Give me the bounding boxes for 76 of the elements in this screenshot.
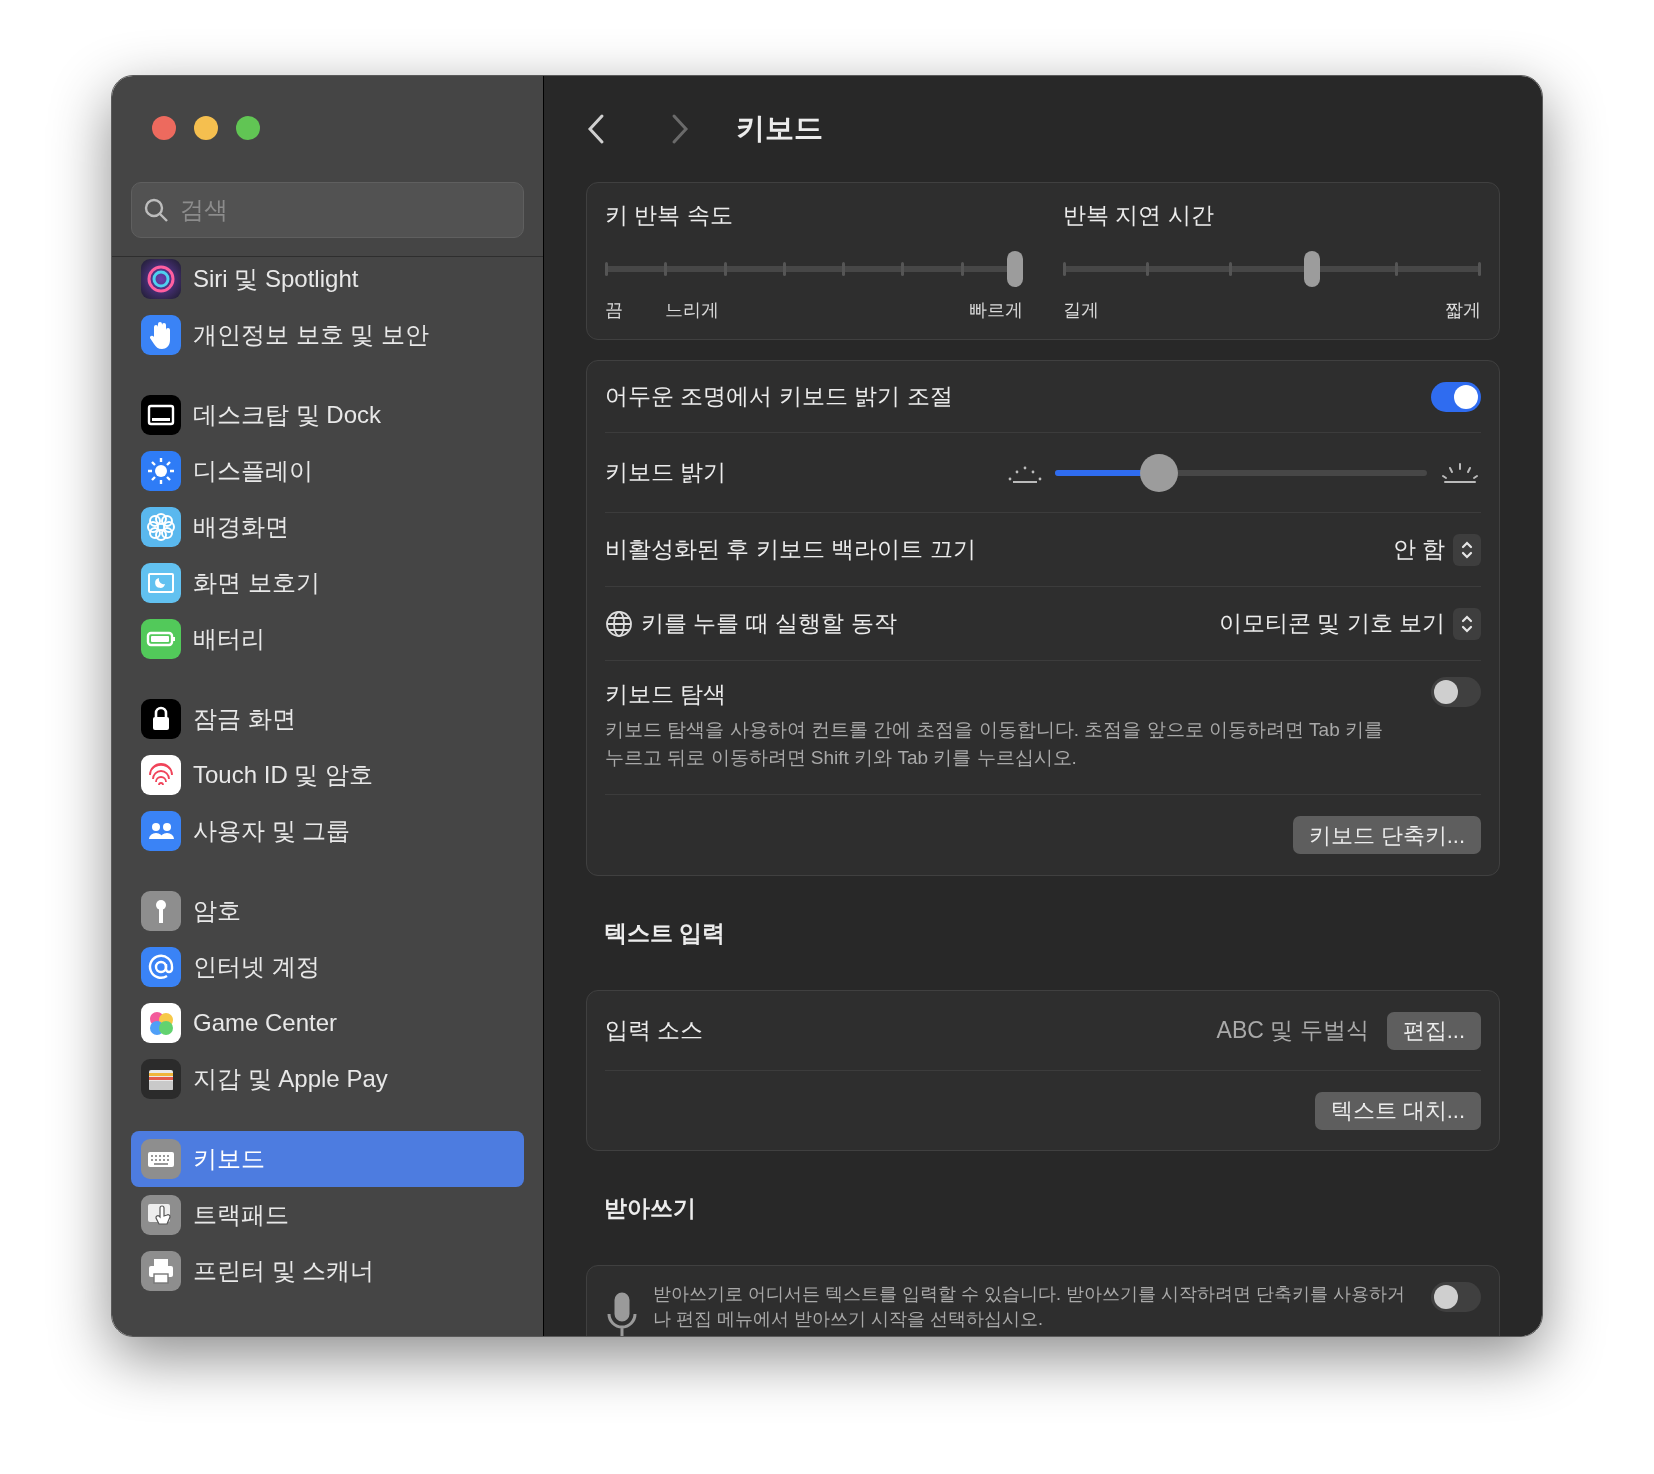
sidebar-item[interactable]: 인터넷 계정 [131, 939, 524, 995]
lock-icon [141, 699, 181, 739]
sun-icon [141, 451, 181, 491]
bright-light-icon [1439, 461, 1481, 484]
toggle-switch[interactable] [1431, 677, 1481, 707]
slider-label: 길게 [1063, 299, 1099, 322]
key-icon [141, 891, 181, 931]
at-sign-icon [141, 947, 181, 987]
setting-label: 비활성화된 후 키보드 백라이트 끄기 [605, 535, 977, 565]
section-heading: 받아쓰기 [604, 1193, 696, 1223]
stepper-icon[interactable] [1453, 533, 1481, 566]
push-button[interactable]: 텍스트 대치... [1314, 1091, 1481, 1130]
tick-slider[interactable] [1063, 249, 1481, 289]
fingerprint-icon [141, 755, 181, 795]
popup-menu[interactable]: 안 함 [1392, 532, 1481, 567]
stepper-icon[interactable] [1453, 607, 1481, 640]
window-title: 키보드 [736, 111, 823, 147]
microphone-icon [605, 1292, 639, 1336]
sidebar-item[interactable]: 배터리 [131, 611, 524, 667]
setting-label: 어두운 조명에서 키보드 밝기 조절 [605, 382, 954, 412]
sidebar-item[interactable]: 디스플레이 [131, 443, 524, 499]
moon-screen-icon [141, 563, 181, 603]
setting-label: 키보드 탐색 [605, 680, 728, 709]
setting-label: 입력 소스 [605, 1016, 705, 1046]
users-icon [141, 811, 181, 851]
battery-icon [141, 619, 181, 659]
sidebar-item[interactable]: 잠금 화면 [131, 691, 524, 747]
pointing-hand-icon [141, 1195, 181, 1235]
brightness-slider[interactable] [1055, 452, 1427, 493]
minimize-button[interactable] [194, 116, 218, 140]
siri-icon [141, 259, 181, 299]
sidebar-item[interactable]: 사용자 및 그룹 [131, 803, 524, 859]
keyboard-icon [141, 1139, 181, 1179]
back-chevron-icon[interactable] [586, 113, 606, 145]
globe-icon [605, 609, 633, 638]
setting-label: 키보드 밝기 [605, 458, 728, 488]
popup-menu[interactable]: 이모티콘 및 기호 보기 [1218, 606, 1481, 641]
wallet-icon [141, 1059, 181, 1099]
zoom-button[interactable] [236, 116, 260, 140]
sidebar-item[interactable]: 트랙패드 [131, 1187, 524, 1243]
printer-icon [141, 1251, 181, 1291]
tick-slider[interactable] [605, 249, 1023, 289]
toggle-switch[interactable] [1431, 1282, 1481, 1312]
sidebar-item[interactable]: 데스크탑 및 Dock [131, 387, 524, 443]
push-button[interactable]: 편집... [1386, 1011, 1481, 1050]
toggle-switch[interactable] [1431, 381, 1481, 412]
slider-label: 느리게 [665, 299, 719, 322]
sidebar-item[interactable]: 키보드 [131, 1131, 524, 1187]
sidebar-item[interactable]: Siri 및 Spotlight [131, 251, 524, 307]
setting-description: 키보드 탐색을 사용하여 컨트롤 간에 초점을 이동합니다. 초점을 앞으로 이동하려면 Tab 키를 누르고 뒤로 이동하려면 Shift 키와 Tab 키를 누르십시오. [605, 717, 1384, 770]
setting-value: ABC 및 두벌식 [1216, 1016, 1369, 1046]
sidebar-item[interactable]: 지갑 및 Apple Pay [131, 1051, 524, 1107]
slider-label: 끔 [605, 299, 623, 322]
sidebar-item[interactable]: 암호 [131, 883, 524, 939]
colored-circles-icon [141, 1003, 181, 1043]
dock-icon [141, 395, 181, 435]
sidebar-item[interactable]: Touch ID 및 암호 [131, 747, 524, 803]
search-field[interactable]: 검색 [131, 182, 524, 238]
forward-chevron-icon[interactable] [670, 113, 690, 145]
hand-icon [141, 315, 181, 355]
slider-title: 반복 지연 시간 [1063, 200, 1215, 230]
section-heading: 텍스트 입력 [604, 918, 726, 948]
sidebar-item[interactable]: 개인정보 보호 및 보안 [131, 307, 524, 363]
setting-label: 키를 누를 때 실행할 동작 [641, 609, 898, 639]
sidebar-item[interactable]: 배경화면 [131, 499, 524, 555]
slider-label: 빠르게 [969, 299, 1023, 322]
sidebar-item[interactable]: 프린터 및 스캐너 [131, 1243, 524, 1299]
sidebar-item[interactable]: 화면 보호기 [131, 555, 524, 611]
close-button[interactable] [152, 116, 176, 140]
slider-label: 짧게 [1445, 299, 1481, 322]
dictation-description: 받아쓰기로 어디서든 텍스트를 입력할 수 있습니다. 받아쓰기를 시작하려면 단축키를 사용하거나 편집 메뉴에서 받아쓰기 시작을 선택하십시오. [653, 1283, 1406, 1331]
flower-icon [141, 507, 181, 547]
push-button[interactable]: 키보드 단축키... [1292, 816, 1481, 854]
search-icon [143, 197, 169, 223]
sidebar-item[interactable]: Game Center [131, 995, 524, 1051]
slider-title: 키 반복 속도 [605, 200, 734, 230]
